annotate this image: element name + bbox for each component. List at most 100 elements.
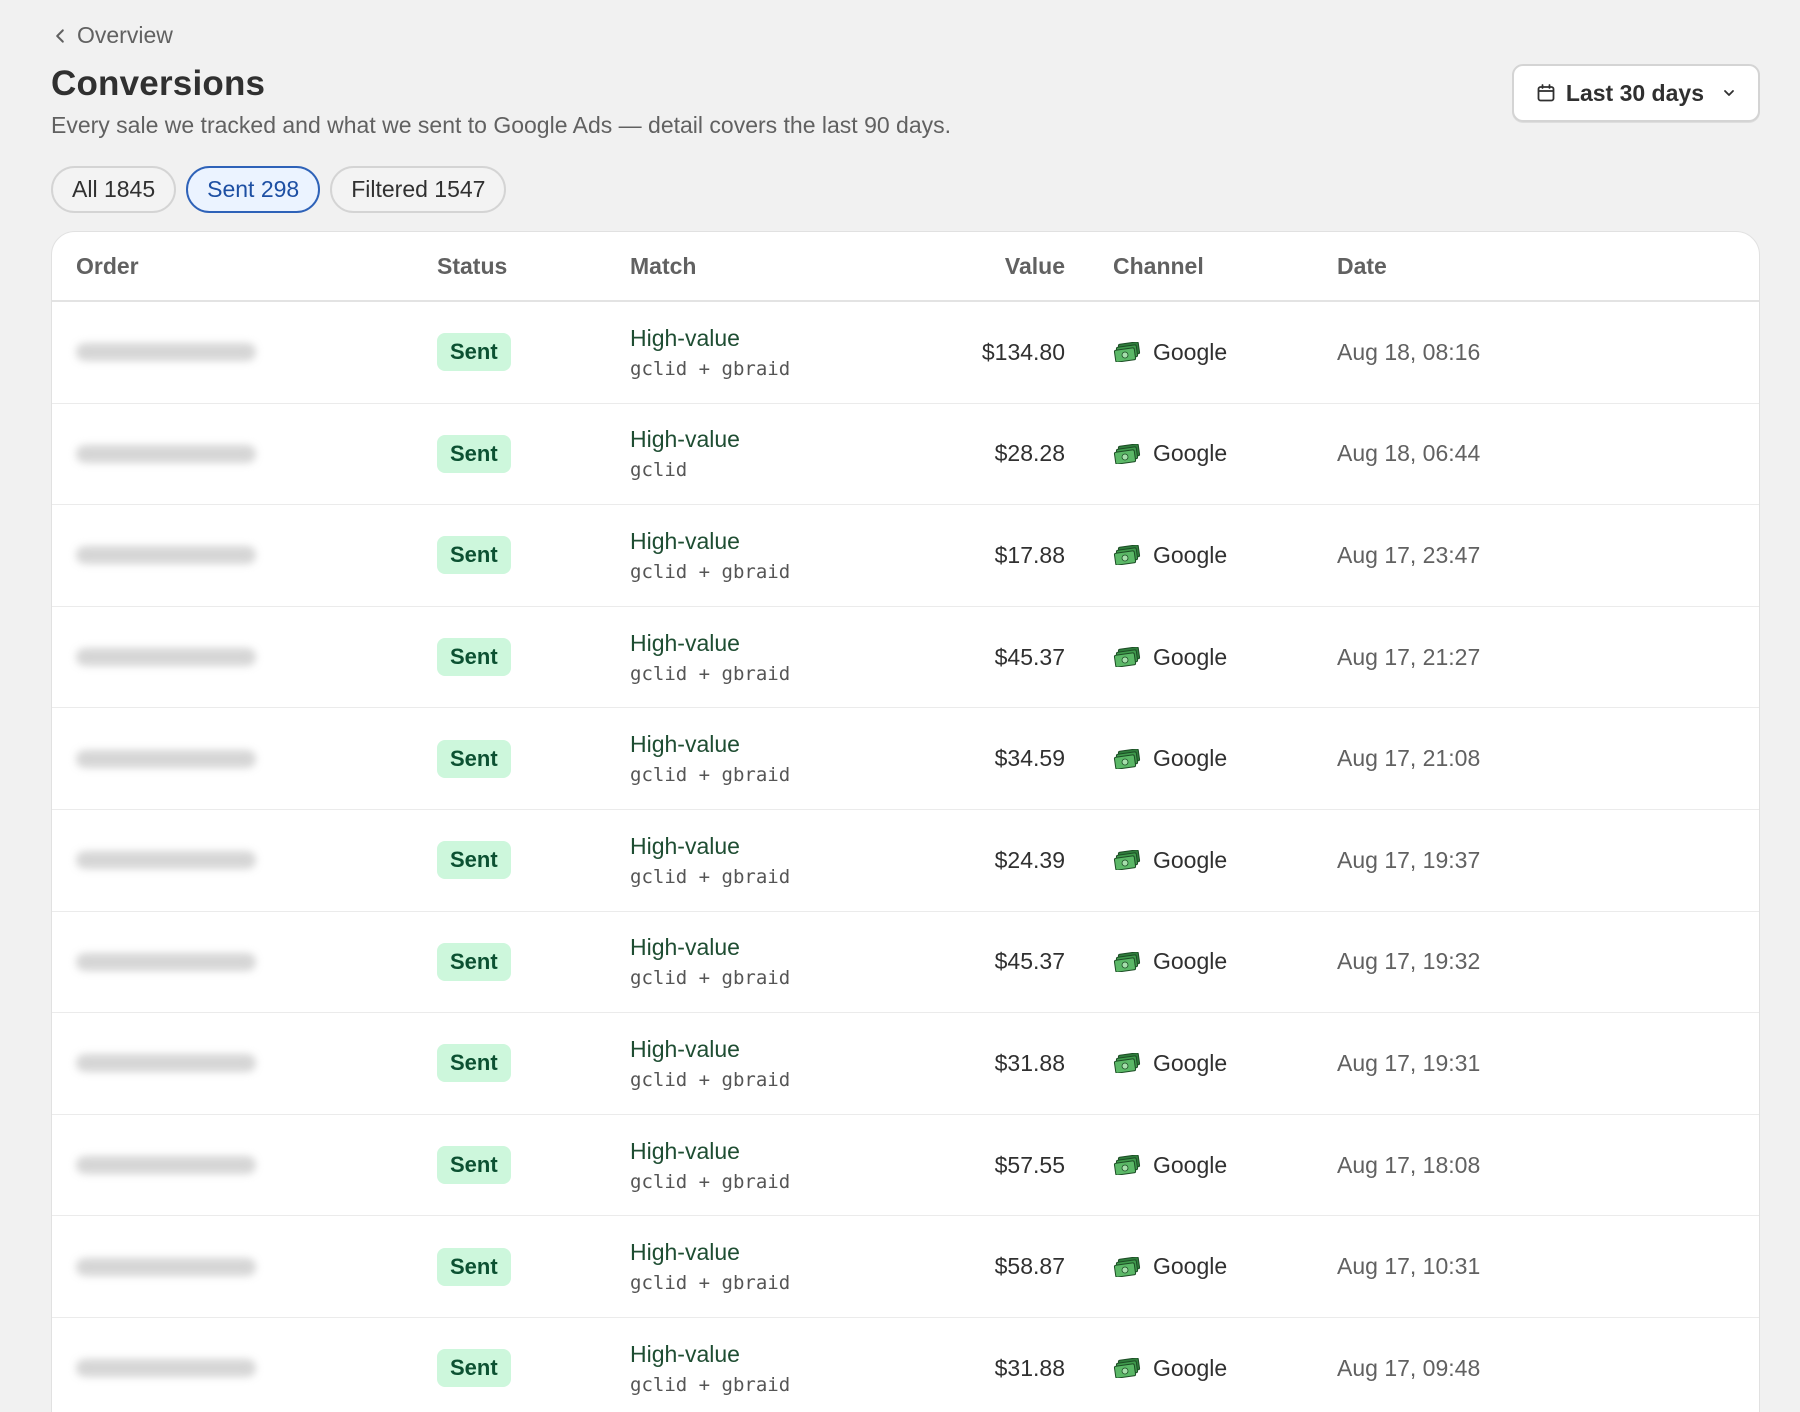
table-row[interactable]: Sent High-value gclid + gbraid $45.37 Go…: [52, 912, 1759, 1014]
tab-filtered[interactable]: Filtered 1547: [330, 166, 507, 213]
order-value: $17.88: [994, 541, 1065, 568]
chevron-down-icon: [1724, 90, 1734, 96]
channel-cell: Google: [1065, 542, 1325, 569]
table-row[interactable]: Sent High-value gclid + gbraid $17.88 Go…: [52, 505, 1759, 607]
status-badge: Sent: [437, 1349, 511, 1388]
status-badge: Sent: [437, 841, 511, 880]
match-cell: High-value gclid + gbraid: [630, 528, 930, 583]
order-value: $34.59: [994, 745, 1065, 772]
status-cell: Sent: [437, 739, 630, 778]
column-header-order[interactable]: Order: [52, 253, 437, 280]
conversion-date: Aug 18, 06:44: [1337, 440, 1481, 467]
status-cell: Sent: [437, 536, 630, 575]
match-type: High-value: [630, 629, 740, 656]
table-row[interactable]: Sent High-value gclid + gbraid $134.80 G…: [52, 302, 1759, 404]
channel: Google: [1113, 745, 1325, 772]
status-cell: Sent: [437, 1247, 630, 1286]
channel-name: Google: [1153, 440, 1228, 467]
date-cell: Aug 18, 08:16: [1325, 339, 1759, 366]
channel-cell: Google: [1065, 745, 1325, 772]
money-icon: [1113, 647, 1141, 668]
match-type: High-value: [630, 1137, 740, 1164]
order-cell[interactable]: [52, 1359, 437, 1378]
conversion-date: Aug 17, 19:32: [1337, 948, 1481, 975]
status-cell: Sent: [437, 1146, 630, 1185]
channel-name: Google: [1153, 541, 1228, 568]
order-value: $31.88: [994, 1049, 1065, 1076]
order-cell[interactable]: [52, 648, 437, 667]
order-value: $31.88: [994, 1354, 1065, 1381]
money-icon: [1113, 342, 1141, 363]
status-badge: Sent: [437, 536, 511, 575]
money-icon: [1113, 443, 1141, 464]
money-icon: [1113, 1155, 1141, 1176]
tab-all[interactable]: All 1845: [51, 166, 177, 213]
conversion-date: Aug 17, 09:48: [1337, 1354, 1481, 1381]
column-header-value[interactable]: Value: [930, 253, 1065, 280]
order-cell[interactable]: [52, 546, 437, 565]
match-identifiers: gclid + gbraid: [630, 764, 791, 787]
match-identifiers: gclid + gbraid: [630, 1170, 791, 1193]
date-cell: Aug 17, 19:31: [1325, 1050, 1759, 1077]
channel: Google: [1113, 644, 1325, 671]
conversions-table: Order Status Match Value Channel Date Se…: [51, 231, 1760, 1412]
status-badge: Sent: [437, 942, 511, 981]
status-cell: Sent: [437, 1044, 630, 1083]
order-cell[interactable]: [52, 343, 437, 362]
channel-name: Google: [1153, 846, 1228, 873]
channel-name: Google: [1153, 745, 1228, 772]
calendar-icon: [1537, 84, 1555, 102]
column-header-status[interactable]: Status: [437, 253, 630, 280]
page-title: Conversions: [51, 64, 266, 103]
order-cell[interactable]: [52, 1156, 437, 1175]
order-cell[interactable]: [52, 952, 437, 971]
order-cell[interactable]: [52, 1257, 437, 1276]
table-row[interactable]: Sent High-value gclid $28.28 Google Aug …: [52, 404, 1759, 506]
status-cell: Sent: [437, 434, 630, 473]
status-badge: Sent: [437, 638, 511, 677]
money-icon: [1113, 748, 1141, 769]
order-cell[interactable]: [52, 444, 437, 463]
match-cell: High-value gclid + gbraid: [630, 833, 930, 888]
match-type: High-value: [630, 426, 740, 453]
table-row[interactable]: Sent High-value gclid + gbraid $58.87 Go…: [52, 1216, 1759, 1318]
order-value: $45.37: [994, 948, 1065, 975]
status-badge: Sent: [437, 1146, 511, 1185]
match-type: High-value: [630, 832, 740, 859]
date-range-button[interactable]: Last 30 days: [1511, 64, 1760, 122]
channel: Google: [1113, 1152, 1325, 1179]
back-link[interactable]: Overview: [51, 22, 173, 49]
channel-cell: Google: [1065, 847, 1325, 874]
column-header-channel[interactable]: Channel: [1065, 253, 1325, 280]
value-cell: $28.28: [930, 440, 1065, 467]
tab-sent[interactable]: Sent 298: [186, 166, 321, 213]
status-cell: Sent: [437, 942, 630, 981]
table-row[interactable]: Sent High-value gclid + gbraid $31.88 Go…: [52, 1013, 1759, 1115]
order-cell[interactable]: [52, 1054, 437, 1073]
channel-cell: Google: [1065, 440, 1325, 467]
column-header-match[interactable]: Match: [630, 253, 930, 280]
order-id-redacted: [76, 444, 256, 463]
order-cell[interactable]: [52, 851, 437, 870]
match-type: High-value: [630, 1340, 740, 1367]
match-cell: High-value gclid + gbraid: [630, 934, 930, 989]
conversion-date: Aug 17, 21:08: [1337, 745, 1481, 772]
table-row[interactable]: Sent High-value gclid + gbraid $45.37 Go…: [52, 607, 1759, 709]
match-identifiers: gclid + gbraid: [630, 1373, 791, 1396]
channel-cell: Google: [1065, 948, 1325, 975]
money-icon: [1113, 1256, 1141, 1277]
order-value: $134.80: [981, 338, 1065, 365]
status-badge: Sent: [437, 333, 511, 372]
channel: Google: [1113, 339, 1325, 366]
order-id-redacted: [76, 749, 256, 768]
table-row[interactable]: Sent High-value gclid + gbraid $57.55 Go…: [52, 1115, 1759, 1217]
table-row[interactable]: Sent High-value gclid + gbraid $34.59 Go…: [52, 708, 1759, 810]
order-cell[interactable]: [52, 749, 437, 768]
value-cell: $58.87: [930, 1253, 1065, 1280]
table-row[interactable]: Sent High-value gclid + gbraid $24.39 Go…: [52, 810, 1759, 912]
match-type: High-value: [630, 1035, 740, 1062]
order-id-redacted: [76, 851, 256, 870]
table-row[interactable]: Sent High-value gclid + gbraid $31.88 Go…: [52, 1318, 1759, 1412]
channel-cell: Google: [1065, 1152, 1325, 1179]
column-header-date[interactable]: Date: [1325, 253, 1759, 280]
